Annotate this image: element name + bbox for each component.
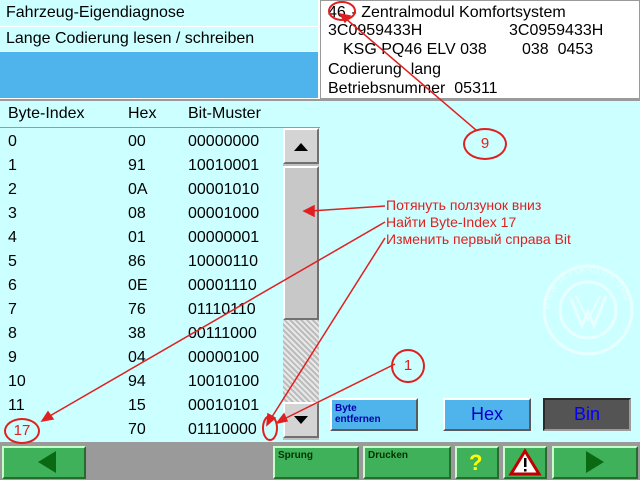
marker-17: 17 [4, 418, 40, 444]
marker-1: 1 [391, 349, 425, 383]
annotation-step-2: Найти Byte-Index 17 [386, 214, 517, 230]
annotation-step-3: Изменить первый справа Bit [386, 231, 571, 247]
annotation-step-1: Потянуть ползунок вниз [386, 197, 542, 213]
marker-9: 9 [463, 128, 507, 160]
